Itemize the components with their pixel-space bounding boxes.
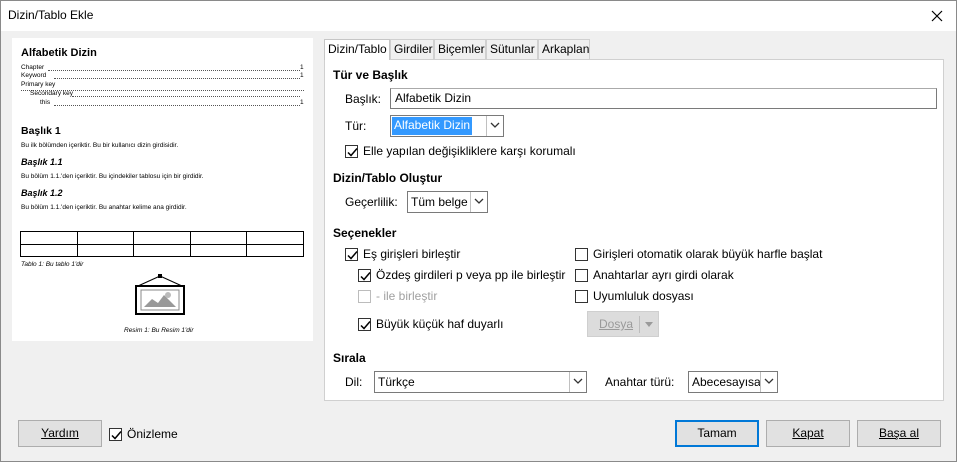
key-type-dropdown[interactable]: Abecesayısal <box>688 371 778 393</box>
preview-entry-text: Keyword <box>21 72 47 79</box>
preview-table <box>20 231 304 257</box>
chevron-down-icon <box>645 322 653 327</box>
file-button-separator <box>639 316 640 333</box>
preview-body-1-1: Bu bölüm 1.1.'den içeriktir. Bu içindeki… <box>21 173 204 180</box>
combine-pp-checkbox[interactable]: Özdeş girdileri p veya pp ile birleştir <box>358 268 565 282</box>
preview-entry-page: 1 <box>300 64 304 71</box>
auto-capitalize-checkbox[interactable]: Girişleri otomatik olarak büyük harfle b… <box>575 247 822 261</box>
checkmark-icon <box>345 247 358 261</box>
type-dropdown-value: Alfabetik Dizin <box>392 117 473 135</box>
preview-entry-text: Primary key <box>21 81 56 88</box>
reset-button-label: Başa al <box>878 426 920 440</box>
preview-pane: Alfabetik Dizin Chapter 1 Keyword 1 Prim… <box>12 38 313 341</box>
ok-button-label: Tamam <box>697 426 737 440</box>
concordance-checkbox[interactable]: Uyumluluk dosyası <box>575 289 694 303</box>
combine-identical-label: Eş girişleri birleştir <box>363 247 461 261</box>
checkmark-icon <box>358 268 371 282</box>
tab-panel-index <box>324 59 944 401</box>
preview-heading-1-1: Başlık 1.1 <box>21 157 63 167</box>
options-section: Seçenekler <box>333 226 397 240</box>
protect-checkbox[interactable]: Elle yapılan değişikliklere karşı koruma… <box>345 144 576 158</box>
language-dropdown-value: Türkçe <box>378 375 415 389</box>
picture-icon <box>135 274 185 315</box>
language-dropdown[interactable]: Türkçe <box>374 371 587 393</box>
title-bar: Dizin/Tablo Ekle <box>1 1 956 31</box>
checkmark-icon <box>345 144 358 158</box>
chevron-down-icon[interactable] <box>486 116 503 136</box>
tab-entries[interactable]: Girdiler <box>390 39 434 59</box>
close-button[interactable]: Kapat <box>766 420 850 447</box>
help-button[interactable]: Yardım <box>18 420 102 447</box>
combine-pp-label: Özdeş girdileri p veya pp ile birleştir <box>376 268 566 282</box>
scope-dropdown[interactable]: Tüm belge <box>407 191 488 213</box>
scope-dropdown-value: Tüm belge <box>411 195 468 209</box>
type-title-section: Tür ve Başlık <box>333 68 408 82</box>
preview-entry-text: Chapter <box>21 64 45 71</box>
preview-leader <box>72 96 300 97</box>
file-button-label: Dosya <box>599 317 634 331</box>
window-title: Dizin/Tablo Ekle <box>8 8 94 22</box>
sort-section: Sırala <box>333 351 366 365</box>
close-button-label: Kapat <box>792 426 824 440</box>
preview-image-caption: Resim 1: Bu Resim 1'dir <box>124 327 194 334</box>
keys-separate-label: Anahtarlar ayrı girdi olarak <box>593 268 734 282</box>
preview-checkbox-label: Önizleme <box>127 427 178 441</box>
combine-identical-checkbox[interactable]: Eş girişleri birleştir <box>345 247 460 261</box>
preview-table-caption: Tablo 1: Bu tablo 1'dir <box>21 261 84 268</box>
file-button[interactable]: Dosya <box>587 311 659 337</box>
protect-label: Elle yapılan değişikliklere karşı koruma… <box>363 144 576 158</box>
chevron-down-icon[interactable] <box>470 192 487 212</box>
tab-styles[interactable]: Biçemler <box>434 39 486 59</box>
checkbox-box <box>575 289 588 303</box>
combine-dash-label: - ile birleştir <box>376 289 438 303</box>
key-type-label: Anahtar türü: <box>605 375 675 389</box>
preview-heading-1: Başlık 1 <box>21 125 61 137</box>
preview-checkbox[interactable]: Önizleme <box>109 427 178 441</box>
chevron-down-icon[interactable] <box>760 372 777 392</box>
preview-entry-text: Secondary key <box>30 90 73 97</box>
type-dropdown[interactable]: Alfabetik Dizin <box>390 115 504 137</box>
chevron-down-icon[interactable] <box>569 372 586 392</box>
preview-body-1: Bu ilk bölümden içeriktir. Bu bir kullan… <box>21 142 179 149</box>
preview-entry-page: 1 <box>300 72 304 79</box>
checkbox-box <box>575 268 588 282</box>
tab-background[interactable]: Arkaplan <box>538 39 590 59</box>
concordance-label: Uyumluluk dosyası <box>593 289 694 303</box>
checkbox-box <box>575 247 588 261</box>
create-section: Dizin/Tablo Oluştur <box>333 171 443 185</box>
auto-capitalize-label: Girişleri otomatik olarak büyük harfle b… <box>593 247 823 261</box>
checkmark-icon <box>109 427 122 441</box>
preview-leader <box>54 105 300 106</box>
preview-leader <box>54 78 300 79</box>
title-input[interactable]: Alfabetik Dizin <box>390 88 937 109</box>
case-sensitive-checkbox[interactable]: Büyük küçük haf duyarlı <box>358 317 503 331</box>
preview-entry-text: this <box>40 99 51 106</box>
preview-heading-1-2: Başlık 1.2 <box>21 188 63 198</box>
preview-body-1-2: Bu bölüm 1.1.'den içeriktir. Bu anahtar … <box>21 204 187 211</box>
tab-index[interactable]: Dizin/Tablo <box>324 39 390 60</box>
title-label: Başlık: <box>345 92 382 106</box>
tab-columns[interactable]: Sütunlar <box>486 39 538 59</box>
language-label: Dil: <box>345 375 363 389</box>
type-label: Tür: <box>345 119 367 133</box>
checkbox-box <box>358 289 371 303</box>
checkmark-icon <box>358 317 371 331</box>
reset-button[interactable]: Başa al <box>857 420 941 447</box>
preview-entry-page: 1 <box>300 99 304 106</box>
combine-dash-checkbox[interactable]: - ile birleştir <box>358 289 437 303</box>
keys-separate-checkbox[interactable]: Anahtarlar ayrı girdi olarak <box>575 268 734 282</box>
scope-label: Geçerlilik: <box>345 195 398 209</box>
preview-leader <box>48 70 300 71</box>
case-sensitive-label: Büyük küçük haf duyarlı <box>376 317 504 331</box>
key-type-dropdown-value: Abecesayısal <box>692 375 764 389</box>
ok-button[interactable]: Tamam <box>675 420 759 447</box>
close-icon[interactable] <box>926 5 948 27</box>
help-button-label: Yardım <box>41 426 79 440</box>
preview-title: Alfabetik Dizin <box>21 47 97 59</box>
insert-index-dialog: Dizin/Tablo Ekle Alfabetik Dizin Chapter… <box>0 0 957 462</box>
